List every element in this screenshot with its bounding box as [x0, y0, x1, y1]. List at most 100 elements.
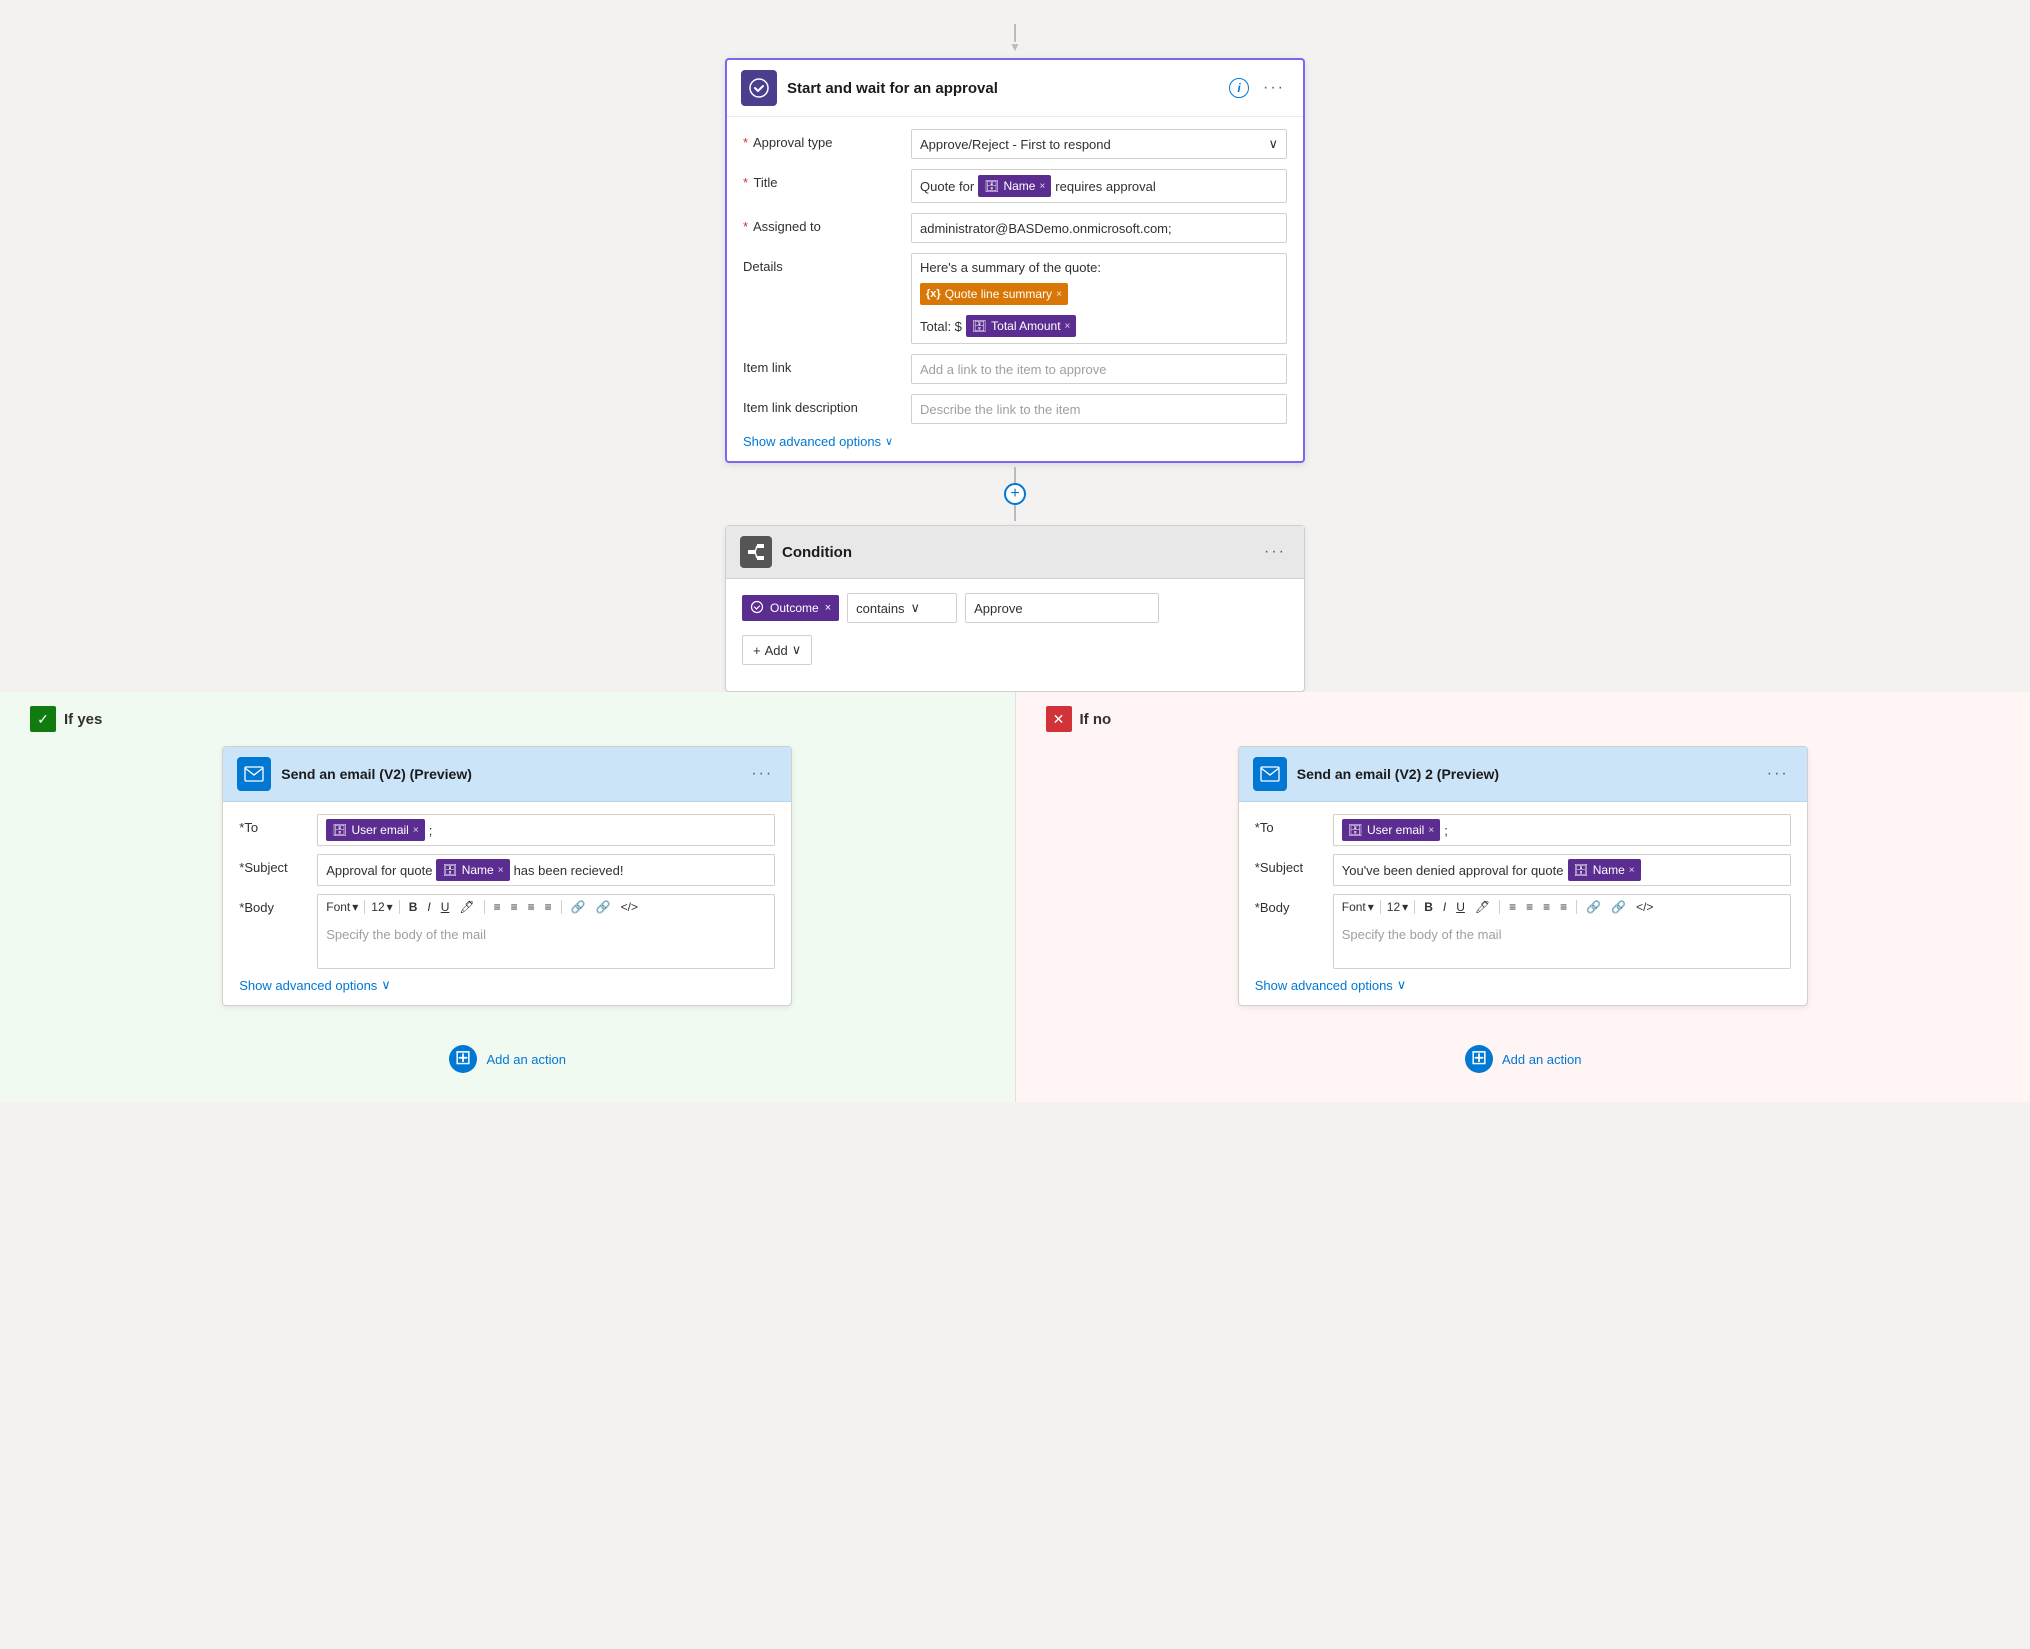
font-select-no[interactable]: Font ▾: [1342, 900, 1374, 914]
email-yes-body: *To 🗄 User email × ;: [223, 802, 791, 1005]
outcome-token-close[interactable]: ×: [825, 602, 831, 614]
email-yes-to-suffix: ;: [429, 823, 433, 838]
approval-card-body: * Approval type Approve/Reject - First t…: [727, 117, 1303, 461]
yes-branch-header: ✓ If yes: [20, 692, 995, 746]
title-input[interactable]: Quote for 🗄 Name × requires approval: [911, 169, 1287, 203]
email-no-body-label: *Body: [1255, 894, 1325, 915]
item-link-desc-input[interactable]: Describe the link to the item: [911, 394, 1287, 424]
email-no-subject-input[interactable]: You've been denied approval for quote 🗄 …: [1333, 854, 1791, 886]
condition-add-btn[interactable]: + Add ∨: [742, 635, 812, 665]
add-plus-icon: +: [753, 643, 761, 658]
underline-btn-no[interactable]: U: [1453, 899, 1468, 915]
email-yes-to-row: *To 🗄 User email × ;: [239, 814, 775, 846]
bold-btn-yes[interactable]: B: [406, 899, 421, 915]
assigned-to-input[interactable]: administrator@BASDemo.onmicrosoft.com;: [911, 213, 1287, 243]
font-size-yes[interactable]: 12 ▾: [371, 900, 392, 914]
email-no-header: Send an email (V2) 2 (Preview) ···: [1239, 747, 1807, 802]
info-icon[interactable]: i: [1229, 78, 1249, 98]
indent-btn-yes[interactable]: ≡: [525, 899, 538, 915]
approval-icon: [741, 70, 777, 106]
show-advanced-approval[interactable]: Show advanced options ∨: [743, 434, 893, 449]
italic-btn-yes[interactable]: I: [424, 899, 433, 915]
ul-btn-yes[interactable]: ≡: [491, 899, 504, 915]
approval-more-btn[interactable]: ···: [1259, 77, 1289, 99]
email-no-to-row: *To 🗄 User email × ;: [1255, 814, 1791, 846]
chevron-down-icon-yes: ∨: [381, 977, 391, 993]
email-no-title: Send an email (V2) 2 (Preview): [1297, 766, 1753, 782]
email-yes-subject-input[interactable]: Approval for quote 🗄 Name × has been rec…: [317, 854, 775, 886]
color-btn-yes[interactable]: 🖊: [456, 899, 477, 915]
link-btn-yes[interactable]: 🔗: [568, 899, 589, 915]
add-dropdown-icon: ∨: [792, 642, 802, 658]
email-yes-header: Send an email (V2) (Preview) ···: [223, 747, 791, 802]
outcome-token[interactable]: Outcome ×: [742, 595, 839, 621]
total-amount-close[interactable]: ×: [1065, 321, 1071, 332]
email-yes-name-token[interactable]: 🗄 Name ×: [436, 859, 509, 881]
approval-type-row: * Approval type Approve/Reject - First t…: [743, 129, 1287, 159]
show-advanced-email-no[interactable]: Show advanced options ∨: [1255, 977, 1407, 993]
email-no-name-token[interactable]: 🗄 Name ×: [1568, 859, 1641, 881]
add-action-yes-btn[interactable]: ⊞ Add an action: [440, 1036, 574, 1082]
condition-title: Condition: [782, 544, 1250, 561]
branches-container: ✓ If yes Send an email (V2) (Preview) ··…: [0, 692, 2030, 1102]
ul-btn-no[interactable]: ≡: [1506, 899, 1519, 915]
top-connector: [1005, 24, 1025, 54]
ol-btn-no[interactable]: ≡: [1523, 899, 1536, 915]
font-dropdown-icon: ▾: [352, 900, 358, 914]
quote-line-summary-token[interactable]: {x} Quote line summary ×: [920, 283, 1068, 305]
approval-type-select[interactable]: Approve/Reject - First to respond ∨: [911, 129, 1287, 159]
unlink-btn-no[interactable]: 🔗: [1608, 899, 1629, 915]
email-no-subject-label: *Subject: [1255, 854, 1325, 875]
item-link-desc-label: Item link description: [743, 394, 903, 415]
email-yes-body-input[interactable]: Specify the body of the mail: [317, 919, 775, 969]
plus-btn-1[interactable]: +: [1004, 483, 1026, 505]
color-btn-no[interactable]: 🖊: [1472, 899, 1493, 915]
add-action-no-btn[interactable]: ⊞ Add an action: [1456, 1036, 1590, 1082]
unlink-btn-yes[interactable]: 🔗: [593, 899, 614, 915]
dropdown-arrow-icon: ∨: [1268, 136, 1278, 152]
font-size-no[interactable]: 12 ▾: [1387, 900, 1408, 914]
email-no-user-token[interactable]: 🗄 User email ×: [1342, 819, 1440, 841]
email-yes-user-token[interactable]: 🗄 User email ×: [326, 819, 424, 841]
details-input[interactable]: Here's a summary of the quote: {x} Quote…: [911, 253, 1287, 344]
token-db-icon3: 🗄: [332, 823, 347, 837]
details-line1: Here's a summary of the quote:: [920, 260, 1101, 275]
show-advanced-email-yes[interactable]: Show advanced options ∨: [239, 977, 391, 993]
code-btn-no[interactable]: </>: [1633, 899, 1656, 915]
approval-card: Start and wait for an approval i ··· * A…: [725, 58, 1305, 463]
bold-btn-no[interactable]: B: [1421, 899, 1436, 915]
email-no-body-input[interactable]: Specify the body of the mail: [1333, 919, 1791, 969]
email-no-toolbar: Font ▾ 12 ▾ B I: [1333, 894, 1791, 919]
italic-btn-no[interactable]: I: [1440, 899, 1449, 915]
no-badge: ✕: [1046, 706, 1072, 732]
email-no-card: Send an email (V2) 2 (Preview) ··· *To 🗄…: [1238, 746, 1808, 1006]
email-no-to-input[interactable]: 🗄 User email × ;: [1333, 814, 1791, 846]
outdent-btn-yes[interactable]: ≡: [542, 899, 555, 915]
token-db-icon: 🗄: [984, 179, 999, 193]
underline-btn-yes[interactable]: U: [438, 899, 453, 915]
title-name-token[interactable]: 🗄 Name ×: [978, 175, 1051, 197]
font-select-yes[interactable]: Font ▾: [326, 900, 358, 914]
quote-line-summary-close[interactable]: ×: [1056, 289, 1062, 300]
link-btn-no[interactable]: 🔗: [1583, 899, 1604, 915]
indent-btn-no[interactable]: ≡: [1540, 899, 1553, 915]
total-amount-token[interactable]: 🗄 Total Amount ×: [966, 315, 1076, 337]
item-link-label: Item link: [743, 354, 903, 375]
condition-value-input[interactable]: [965, 593, 1159, 623]
email-yes-body-row: *Body Font ▾ 12 ▾: [239, 894, 775, 969]
plus-connector-1: +: [1004, 467, 1026, 521]
email-no-more-btn[interactable]: ···: [1763, 763, 1793, 785]
email-no-body: *To 🗄 User email × ;: [1239, 802, 1807, 1005]
subject-no-prefix: You've been denied approval for quote: [1342, 863, 1564, 878]
outdent-btn-no[interactable]: ≡: [1557, 899, 1570, 915]
token-db-icon2: 🗄: [972, 319, 987, 333]
ol-btn-yes[interactable]: ≡: [508, 899, 521, 915]
email-yes-more-btn[interactable]: ···: [747, 763, 777, 785]
condition-operator-select[interactable]: contains ∨: [847, 593, 957, 623]
email-yes-to-input[interactable]: 🗄 User email × ;: [317, 814, 775, 846]
condition-more-btn[interactable]: ···: [1260, 541, 1290, 563]
email-no-to-label: *To: [1255, 814, 1325, 835]
code-btn-yes[interactable]: </>: [618, 899, 641, 915]
title-token-close[interactable]: ×: [1039, 181, 1045, 192]
item-link-input[interactable]: Add a link to the item to approve: [911, 354, 1287, 384]
